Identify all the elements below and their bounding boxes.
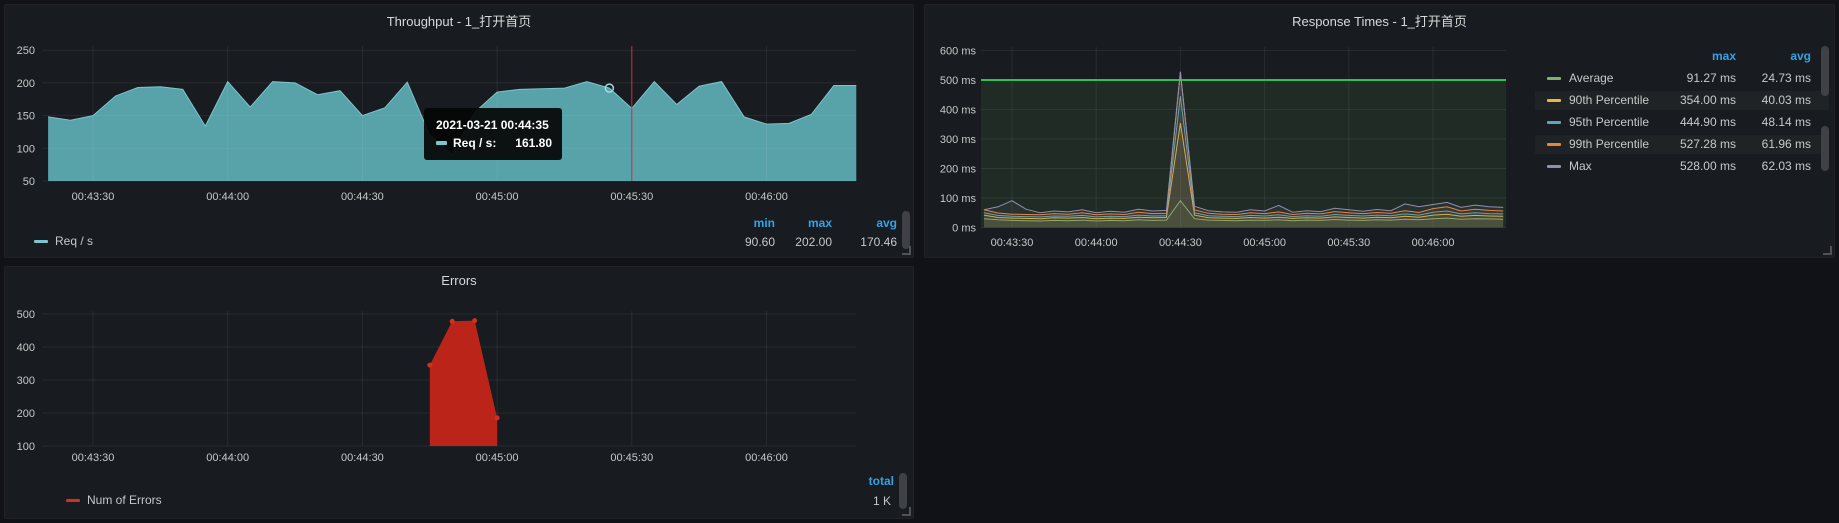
series-color-dash — [1547, 143, 1561, 146]
svg-text:00:45:30: 00:45:30 — [610, 191, 653, 203]
legend-max-value: 444.90 ms — [1656, 115, 1736, 129]
tooltip-timestamp: 2021-03-21 00:44:35 — [436, 116, 552, 134]
svg-text:00:44:00: 00:44:00 — [1075, 237, 1118, 249]
legend-header-avg[interactable]: avg — [817, 216, 897, 230]
panel-resize-handle[interactable] — [902, 507, 911, 516]
svg-text:00:44:30: 00:44:30 — [341, 191, 384, 203]
svg-text:00:45:00: 00:45:00 — [1243, 237, 1286, 249]
svg-text:00:43:30: 00:43:30 — [72, 452, 115, 464]
chart-tooltip: 2021-03-21 00:44:35 Req / s: 161.80 — [424, 108, 562, 160]
svg-text:300: 300 — [17, 375, 35, 387]
svg-text:300 ms: 300 ms — [940, 134, 977, 146]
tooltip-series-label: Req / s: — [453, 134, 496, 152]
svg-text:100: 100 — [17, 143, 35, 155]
errors-chart[interactable]: 100 200 300 400 500 00:43:30 00:44:00 00:44:30 0… — [5, 267, 913, 518]
legend-max-value: 91.27 ms — [1656, 71, 1736, 85]
svg-text:100 ms: 100 ms — [940, 193, 977, 205]
svg-text:00:45:30: 00:45:30 — [610, 452, 653, 464]
svg-text:0 ms: 0 ms — [952, 223, 976, 235]
panel-resize-handle[interactable] — [902, 246, 911, 255]
svg-text:250: 250 — [17, 45, 35, 57]
panel-throughput: Throughput - 1_打开首页 5010015020025000:43:… — [4, 4, 914, 258]
legend-max-value: 528.00 ms — [1656, 159, 1736, 173]
svg-text:00:43:30: 00:43:30 — [991, 237, 1034, 249]
series-color-dash — [1547, 165, 1561, 168]
legend-item-num-of-errors[interactable]: Num of Errors — [66, 493, 162, 507]
svg-text:200: 200 — [17, 408, 35, 420]
panel-resize-handle[interactable] — [1823, 246, 1832, 255]
legend-row-90th: 90th Percentile 354.00 ms 40.03 ms — [1535, 91, 1829, 110]
svg-text:00:44:30: 00:44:30 — [1159, 237, 1202, 249]
series-color-dash — [1547, 121, 1561, 124]
legend-total-value: 1 K — [811, 494, 891, 508]
panel-response-times: Response Times - 1_打开首页 0 ms100 ms200 ms… — [924, 4, 1835, 258]
svg-text:500: 500 — [17, 309, 35, 321]
legend-scrollbar[interactable] — [899, 473, 907, 509]
legend-avg-value: 61.96 ms — [1731, 137, 1811, 151]
legend-row-max: Max 528.00 ms 62.03 ms — [1535, 157, 1829, 176]
legend-header-max[interactable]: max — [1656, 49, 1736, 63]
svg-text:00:45:00: 00:45:00 — [476, 452, 519, 464]
svg-text:00:45:30: 00:45:30 — [1327, 237, 1370, 249]
legend-avg-value: 48.14 ms — [1731, 115, 1811, 129]
series-color-dash — [34, 240, 48, 243]
legend-header-total[interactable]: total — [814, 474, 894, 488]
legend-series-label[interactable]: 99th Percentile — [1569, 137, 1649, 151]
svg-text:00:46:00: 00:46:00 — [1412, 237, 1455, 249]
legend-scrollbar[interactable] — [902, 211, 910, 249]
legend-item-req-s[interactable]: Req / s — [34, 234, 93, 248]
svg-text:400: 400 — [17, 342, 35, 354]
series-color-dash — [1547, 77, 1561, 80]
legend-series-label[interactable]: 95th Percentile — [1569, 115, 1649, 129]
svg-text:00:43:30: 00:43:30 — [72, 191, 115, 203]
svg-text:100: 100 — [17, 441, 35, 453]
legend-max-value: 354.00 ms — [1656, 93, 1736, 107]
svg-text:500 ms: 500 ms — [940, 75, 977, 87]
svg-text:00:44:30: 00:44:30 — [341, 452, 384, 464]
legend-header-avg[interactable]: avg — [1731, 49, 1811, 63]
legend-row-95th: 95th Percentile 444.90 ms 48.14 ms — [1535, 113, 1829, 132]
legend-avg-value: 40.03 ms — [1731, 93, 1811, 107]
legend-avg-value: 170.46 — [817, 235, 897, 249]
legend-series-label[interactable]: Average — [1569, 71, 1613, 85]
legend-avg-value: 24.73 ms — [1731, 71, 1811, 85]
legend-series-label: Req / s — [55, 234, 93, 248]
legend-row-99th: 99th Percentile 527.28 ms 61.96 ms — [1535, 135, 1829, 154]
legend-max-value: 527.28 ms — [1656, 137, 1736, 151]
svg-text:00:45:00: 00:45:00 — [476, 191, 519, 203]
svg-text:150: 150 — [17, 111, 35, 123]
legend-series-label[interactable]: 90th Percentile — [1569, 93, 1649, 107]
legend-series-label[interactable]: Max — [1569, 159, 1592, 173]
tooltip-value: 161.80 — [515, 134, 552, 152]
legend-avg-value: 62.03 ms — [1731, 159, 1811, 173]
svg-text:600 ms: 600 ms — [940, 46, 977, 58]
svg-text:200: 200 — [17, 78, 35, 90]
legend-series-label: Num of Errors — [87, 493, 162, 507]
panel-errors: Errors 10020030040050000:43:3000:44:0000… — [4, 266, 914, 519]
svg-text:200 ms: 200 ms — [940, 164, 977, 176]
legend-scrollbar[interactable] — [1821, 126, 1829, 171]
series-color-dash — [66, 499, 80, 502]
tooltip-series-dash — [436, 141, 447, 145]
svg-text:00:44:00: 00:44:00 — [206, 191, 249, 203]
svg-text:50: 50 — [23, 176, 35, 188]
svg-text:00:46:00: 00:46:00 — [745, 452, 788, 464]
series-color-dash — [1547, 99, 1561, 102]
legend-row-average: Average 91.27 ms 24.73 ms — [1535, 69, 1829, 88]
svg-text:00:44:00: 00:44:00 — [206, 452, 249, 464]
svg-text:00:46:00: 00:46:00 — [745, 191, 788, 203]
legend-scrollbar[interactable] — [1821, 46, 1829, 96]
svg-text:400 ms: 400 ms — [940, 105, 977, 117]
